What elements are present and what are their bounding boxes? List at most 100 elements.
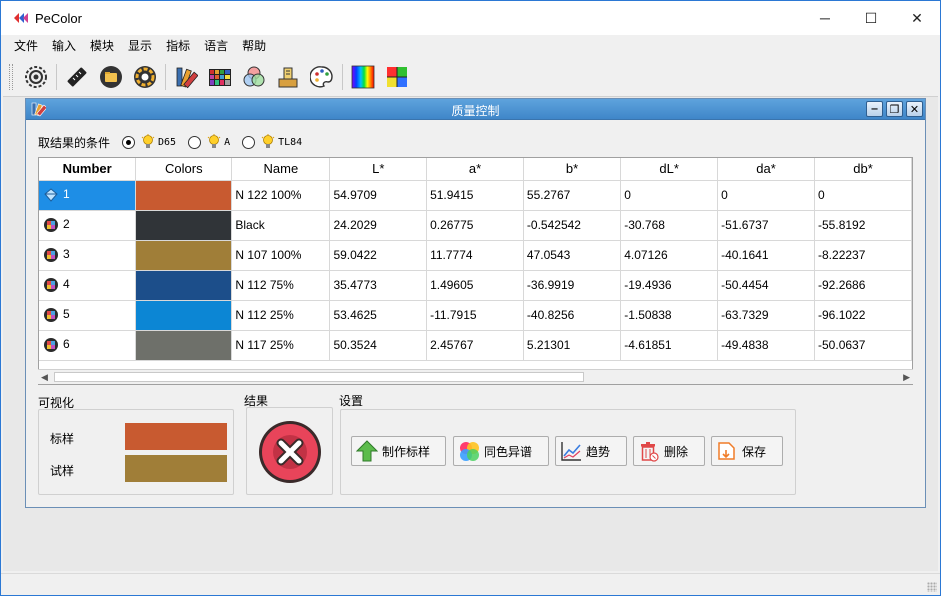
radio-tl84[interactable]: [242, 135, 256, 149]
column-header-db[interactable]: db*: [814, 158, 912, 181]
toolbar-settings-button[interactable]: [19, 60, 53, 94]
cell-name[interactable]: Black: [231, 210, 331, 241]
cell-dl[interactable]: -4.61851: [620, 330, 719, 361]
column-header-colors[interactable]: Colors: [135, 158, 233, 181]
cell-dl[interactable]: -1.50838: [620, 300, 719, 331]
menu-display[interactable]: 显示: [121, 35, 159, 57]
cell-b[interactable]: 47.0543: [523, 240, 622, 271]
toolbar-ruler-button[interactable]: [60, 60, 94, 94]
cell-da[interactable]: -49.4838: [717, 330, 816, 361]
color-swatch-cell[interactable]: [135, 210, 233, 241]
cell-a[interactable]: -11.7915: [426, 300, 524, 331]
cell-dl[interactable]: 4.07126: [620, 240, 719, 271]
cell-a[interactable]: 0.26775: [426, 210, 524, 241]
cell-da[interactable]: 0: [717, 180, 816, 211]
cell-da[interactable]: -63.7329: [717, 300, 816, 331]
cell-db[interactable]: -96.1022: [814, 300, 912, 331]
save-button[interactable]: 保存: [711, 436, 783, 466]
color-swatch-cell[interactable]: [135, 270, 233, 301]
cell-l[interactable]: 59.0422: [329, 240, 428, 271]
cell-name[interactable]: N 112 25%: [231, 300, 331, 331]
cell-l[interactable]: 54.9709: [329, 180, 428, 211]
cell-a[interactable]: 1.49605: [426, 270, 524, 301]
cell-b[interactable]: 55.2767: [523, 180, 622, 211]
cell-db[interactable]: 0: [814, 180, 912, 211]
cell-da[interactable]: -40.1641: [717, 240, 816, 271]
close-button[interactable]: ✕: [894, 1, 940, 35]
radio-a[interactable]: [188, 135, 202, 149]
trend-button[interactable]: 趋势: [555, 436, 627, 466]
color-swatch-cell[interactable]: [135, 330, 233, 361]
size-grip[interactable]: [927, 582, 937, 592]
column-header-name[interactable]: Name: [231, 158, 331, 181]
toolbar-grip[interactable]: [9, 64, 13, 90]
cell-a[interactable]: 11.7774: [426, 240, 524, 271]
metamerism-button[interactable]: 同色异谱: [453, 436, 549, 466]
radio-d65[interactable]: [122, 135, 136, 149]
cell-name[interactable]: N 117 25%: [231, 330, 331, 361]
cell-db[interactable]: -8.22237: [814, 240, 912, 271]
toolbar-colorgrid-button[interactable]: [203, 60, 237, 94]
cell-dl[interactable]: -30.768: [620, 210, 719, 241]
scrollbar-thumb[interactable]: [54, 372, 584, 382]
cell-b[interactable]: -36.9919: [523, 270, 622, 301]
menu-module[interactable]: 模块: [83, 35, 121, 57]
subwindow-restore-button[interactable]: ❐: [886, 101, 903, 117]
column-header-a[interactable]: a*: [426, 158, 524, 181]
toolbar-colorsquare-button[interactable]: [380, 60, 414, 94]
menu-index[interactable]: 指标: [159, 35, 197, 57]
cell-l[interactable]: 35.4773: [329, 270, 428, 301]
cell-dl[interactable]: 0: [620, 180, 719, 211]
column-header-da[interactable]: da*: [717, 158, 816, 181]
delete-button[interactable]: 删除: [633, 436, 705, 466]
cell-name[interactable]: N 107 100%: [231, 240, 331, 271]
cell-da[interactable]: -50.4454: [717, 270, 816, 301]
toolbar-open-button[interactable]: [94, 60, 128, 94]
table-row[interactable]: 3N 107 100% 59.0422 11.7774 47.0543 4.07126-…: [39, 240, 912, 271]
cell-name[interactable]: N 112 75%: [231, 270, 331, 301]
toolbar-spectro-button[interactable]: [271, 60, 305, 94]
row-number-cell[interactable]: 5: [39, 300, 137, 331]
subwindow-minimize-button[interactable]: ‒: [866, 101, 883, 117]
menu-file[interactable]: 文件: [7, 35, 45, 57]
cell-b[interactable]: -40.8256: [523, 300, 622, 331]
cell-l[interactable]: 50.3524: [329, 330, 428, 361]
color-swatch-cell[interactable]: [135, 300, 233, 331]
toolbar-colorwheel-button[interactable]: [128, 60, 162, 94]
menu-help[interactable]: 帮助: [235, 35, 273, 57]
table-row[interactable]: 2 Black 24.2029 0.26775 -0.542542 -30.768 -51.…: [39, 210, 912, 241]
toolbar-colorfan-button[interactable]: [169, 60, 203, 94]
row-number-cell[interactable]: 1: [39, 180, 137, 211]
cell-b[interactable]: 5.21301: [523, 330, 622, 361]
cell-db[interactable]: -55.8192: [814, 210, 912, 241]
cell-b[interactable]: -0.542542: [523, 210, 622, 241]
cell-db[interactable]: -92.2686: [814, 270, 912, 301]
cell-l[interactable]: 53.4625: [329, 300, 428, 331]
column-header-l[interactable]: L*: [329, 158, 428, 181]
maximize-button[interactable]: ☐: [848, 1, 894, 35]
color-swatch-cell[interactable]: [135, 180, 233, 211]
table-row[interactable]: 6N 117 25% 50.3524 2.45767 5.21301 -4.61851-…: [39, 330, 912, 361]
minimize-button[interactable]: ─: [802, 1, 848, 35]
cell-a[interactable]: 2.45767: [426, 330, 524, 361]
subwindow-title-bar[interactable]: 质量控制 ‒ ❐ ✕: [26, 99, 925, 120]
color-swatch-cell[interactable]: [135, 240, 233, 271]
column-header-b[interactable]: b*: [523, 158, 622, 181]
cell-da[interactable]: -51.6737: [717, 210, 816, 241]
cell-dl[interactable]: -19.4936: [620, 270, 719, 301]
subwindow-close-button[interactable]: ✕: [906, 101, 923, 117]
row-number-cell[interactable]: 4: [39, 270, 137, 301]
table-row[interactable]: 4 N 112 75% 35.4773 1.49605 -36.9919 -19.4936…: [39, 270, 912, 301]
toolbar-palette-button[interactable]: [305, 60, 339, 94]
table-row[interactable]: 5 N 112 25% 53.4625 -11.7915 -40.8256 -1.5083…: [39, 300, 912, 331]
cell-l[interactable]: 24.2029: [329, 210, 428, 241]
scroll-right-icon[interactable]: ▶: [903, 372, 910, 383]
menu-input[interactable]: 输入: [45, 35, 83, 57]
cell-db[interactable]: -50.0637: [814, 330, 912, 361]
menu-language[interactable]: 语言: [197, 35, 235, 57]
row-number-cell[interactable]: 6: [39, 330, 137, 361]
toolbar-rgb-button[interactable]: [237, 60, 271, 94]
column-header-number[interactable]: Number: [39, 158, 137, 181]
make-standard-button[interactable]: 制作标样: [351, 436, 446, 466]
horizontal-scrollbar[interactable]: ◀ ▶: [38, 369, 913, 384]
